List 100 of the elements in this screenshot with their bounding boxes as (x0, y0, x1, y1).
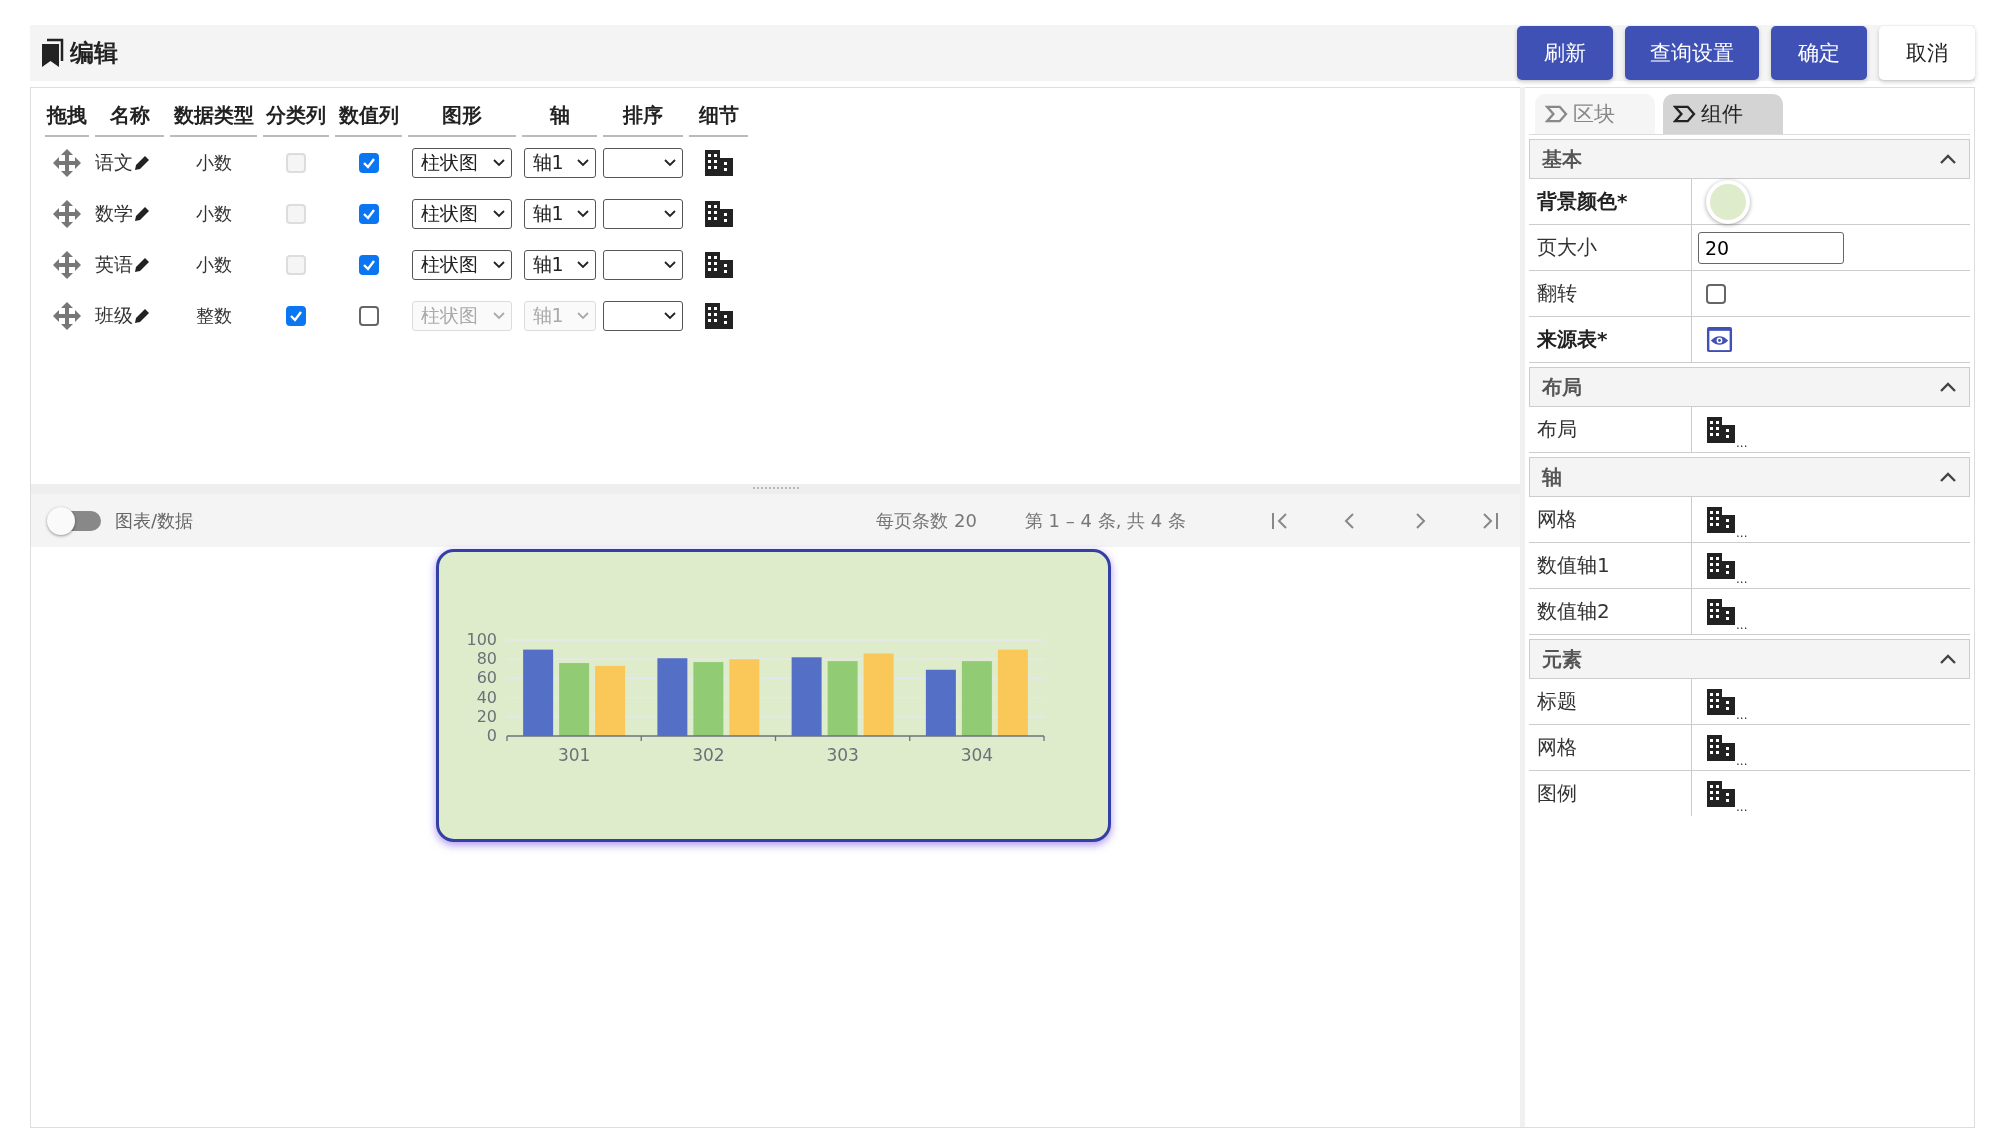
sort-select[interactable] (603, 249, 683, 280)
more-dots[interactable]: ... (1736, 800, 1748, 814)
caret-icon (664, 260, 676, 269)
value-checkbox[interactable] (358, 203, 379, 224)
more-dots[interactable]: ... (1736, 754, 1748, 768)
building-icon[interactable] (1706, 733, 1736, 762)
building-icon[interactable] (1706, 415, 1736, 444)
panel-tab[interactable]: 组件 (1663, 94, 1783, 134)
property-label: 数值轴2 (1537, 598, 1610, 625)
caret-icon (576, 260, 589, 269)
section-header[interactable]: 基本 (1529, 139, 1970, 179)
property-label: 翻转 (1537, 280, 1577, 307)
column-header: 分类列 (266, 103, 326, 127)
page-size: 每页条数 20 (876, 508, 977, 533)
data-type: 小数 (195, 253, 232, 275)
column-header: 数据类型 (173, 103, 254, 127)
value-checkbox[interactable] (358, 254, 379, 275)
pencil-icon[interactable] (133, 204, 151, 223)
chevron-up-icon[interactable] (1939, 653, 1957, 665)
pencil-icon[interactable] (133, 306, 151, 325)
pencil-icon[interactable] (133, 153, 151, 172)
property-label: 背景颜色* (1537, 188, 1628, 215)
y-tick-label: 0 (486, 726, 497, 745)
caret-icon (493, 158, 505, 167)
building-icon[interactable] (703, 148, 734, 177)
data-type: 整数 (195, 304, 232, 326)
more-dots[interactable]: ... (1736, 618, 1748, 632)
sort-select[interactable] (603, 147, 683, 178)
checkbox[interactable] (1706, 283, 1726, 304)
property-label: 网格 (1537, 734, 1577, 761)
sort-select[interactable] (603, 198, 683, 229)
y-tick-label: 60 (476, 668, 497, 688)
eye-icon[interactable] (1706, 326, 1733, 353)
toggle-label: 图表/数据 (115, 508, 194, 533)
building-icon[interactable] (1706, 505, 1736, 534)
building-icon[interactable] (1706, 779, 1736, 808)
drag-handle-icon[interactable] (52, 300, 82, 331)
building-icon[interactable] (1706, 687, 1736, 716)
more-dots[interactable]: ... (1736, 436, 1748, 450)
building-icon[interactable] (703, 301, 734, 330)
section-header[interactable]: 轴 (1529, 457, 1970, 497)
chart-type-select[interactable]: 柱状图 (412, 249, 512, 280)
axis-select[interactable]: 轴1 (523, 198, 596, 229)
drag-handle-icon[interactable] (52, 147, 82, 178)
y-tick-label: 20 (476, 706, 497, 726)
caret-icon (664, 158, 676, 167)
property-label: 标题 (1537, 688, 1577, 715)
caret-icon (576, 311, 589, 320)
y-tick-label: 80 (476, 649, 497, 669)
chevron-up-icon[interactable] (1939, 153, 1957, 165)
x-tick-label: 304 (960, 745, 994, 765)
action-button[interactable]: 刷新 (1517, 26, 1613, 80)
chevron-up-icon[interactable] (1939, 381, 1957, 393)
more-dots[interactable]: ... (1736, 708, 1748, 722)
column-header: 拖拽 (47, 103, 87, 127)
pencil-icon[interactable] (133, 255, 151, 274)
sort-select[interactable] (603, 300, 683, 331)
section-title: 元素 (1542, 645, 1582, 673)
chevron-up-icon[interactable] (1939, 471, 1957, 483)
caret-icon (493, 311, 505, 320)
more-dots[interactable]: ... (1736, 572, 1748, 586)
property-label: 网格 (1537, 506, 1577, 533)
property-label: 页大小 (1537, 234, 1597, 261)
chart-type-select[interactable]: 柱状图 (412, 198, 512, 229)
column-header: 排序 (623, 103, 663, 127)
column-header: 图形 (442, 103, 482, 127)
category-checkbox[interactable] (286, 305, 306, 326)
section-header[interactable]: 元素 (1529, 639, 1970, 679)
column-header: 名称 (109, 103, 150, 127)
data-type: 小数 (195, 202, 232, 224)
x-tick-label: 302 (692, 745, 725, 765)
property-label: 数值轴1 (1537, 552, 1610, 579)
column-header: 轴 (549, 103, 570, 127)
x-tick-label: 301 (557, 745, 591, 765)
axis-select[interactable]: 轴1 (523, 249, 596, 280)
action-button[interactable]: 取消 (1879, 26, 1975, 80)
building-icon[interactable] (703, 250, 734, 279)
action-button[interactable]: 确定 (1771, 26, 1867, 80)
y-tick-label: 40 (476, 687, 497, 707)
building-icon[interactable] (1706, 597, 1736, 626)
section-header[interactable]: 布局 (1529, 367, 1970, 407)
data-type: 小数 (195, 151, 232, 173)
more-dots[interactable]: ... (1736, 526, 1748, 540)
caret-icon (664, 311, 676, 320)
arrow-tag-icon (1545, 105, 1569, 123)
page-title: 编辑 (70, 38, 118, 69)
axis-select[interactable]: 轴1 (523, 147, 596, 178)
input-field[interactable]: 20 (1698, 231, 1844, 264)
action-button[interactable]: 查询设置 (1625, 26, 1759, 80)
value-checkbox[interactable] (358, 152, 379, 173)
drag-handle-icon[interactable] (52, 198, 82, 229)
caret-icon (493, 209, 505, 218)
section-title: 轴 (1542, 463, 1562, 491)
caret-icon (493, 260, 505, 269)
value-checkbox[interactable] (358, 305, 379, 326)
chart-type-select[interactable]: 柱状图 (412, 147, 512, 178)
drag-handle-icon[interactable] (52, 249, 82, 280)
building-icon[interactable] (1706, 551, 1736, 580)
column-header: 数值列 (338, 103, 399, 127)
building-icon[interactable] (703, 199, 734, 228)
